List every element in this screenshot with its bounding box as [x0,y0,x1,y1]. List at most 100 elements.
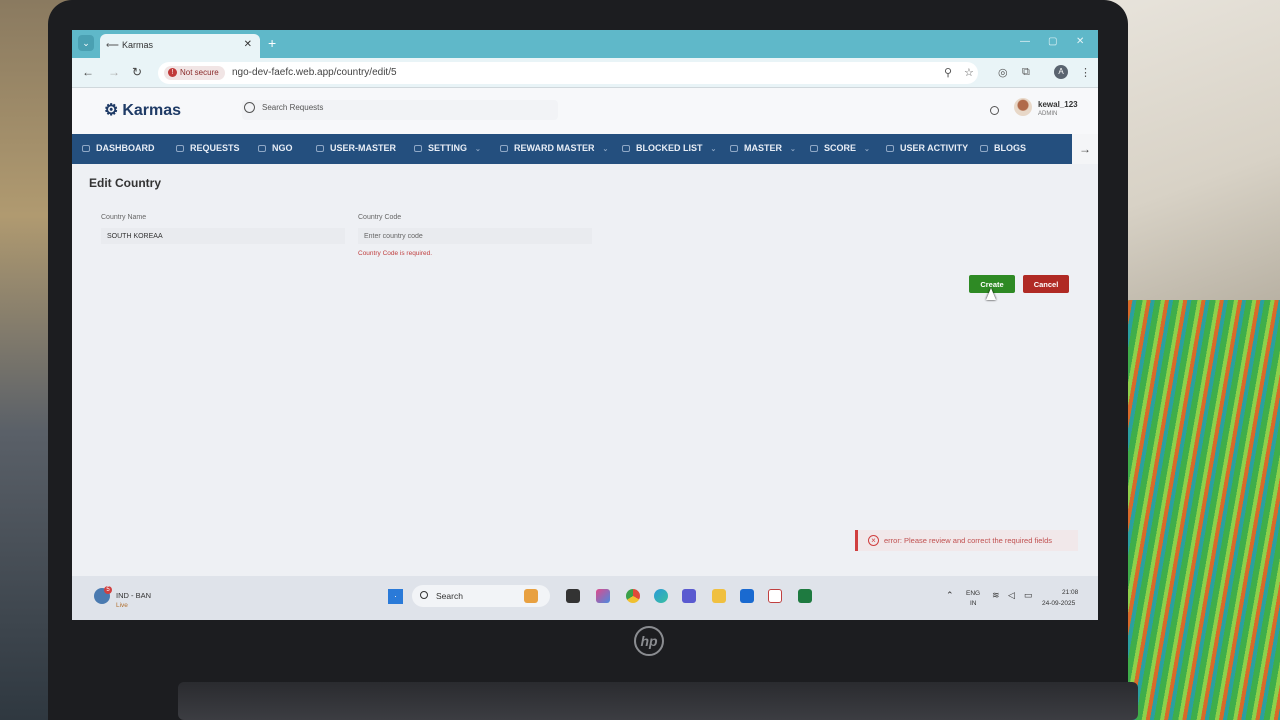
user-role: ADMIN [1038,111,1058,117]
nav-item-reward-master[interactable]: REWARD MASTER ⌄ [500,143,608,153]
file-explorer-icon[interactable] [712,589,726,603]
toast-message: error: Please review and correct the req… [884,536,1052,545]
task-view-icon[interactable] [566,589,580,603]
mouse-cursor [986,288,996,300]
nav-label: REWARD MASTER [514,143,595,153]
activity-icon [886,145,894,152]
chevron-down-icon: ⌄ [602,146,609,153]
close-window-icon[interactable]: ✕ [1076,36,1084,47]
chevron-up-icon[interactable]: ⌃ [946,590,954,601]
windows-taskbar: 5 IND - BAN Live Search ⌃ ENG IN ≋ ◁ ▭ 2… [72,576,1098,620]
chrome-icon[interactable] [626,589,640,603]
more-menu-icon[interactable]: ⋮ [1080,66,1091,79]
battery-icon[interactable]: ▭ [1024,590,1033,601]
new-tab-icon[interactable]: + [268,35,276,51]
tab-favicon-icon: ⟵ [106,40,119,50]
wifi-icon[interactable]: ≋ [992,590,1000,601]
language-bottom[interactable]: IN [970,600,977,607]
nav-scroll-right-icon[interactable]: → [1072,134,1098,164]
gear-logo-icon: ⚙ [104,102,119,119]
nav-label: REQUESTS [190,143,240,153]
excel-icon[interactable] [798,589,812,603]
chevron-down-icon: ⌄ [475,146,481,153]
windows-start-icon[interactable] [388,589,403,604]
extension-icon[interactable]: ◎ [998,66,1008,79]
home-icon [82,145,90,152]
taskbar-search-label: Search [436,591,463,601]
nav-item-master[interactable]: MASTER ⌄ [730,143,796,153]
puzzle-icon[interactable]: ⧉ [1022,66,1030,79]
country-code-input[interactable] [358,228,592,244]
notification-icon[interactable] [990,106,999,115]
widget-title[interactable]: IND - BAN [116,591,151,600]
ngo-icon [258,145,266,152]
search-input[interactable] [262,103,542,112]
browser-tabbar: ⌄ ⟵ Karmas ✕ + — ▢ ✕ [72,30,1098,58]
nav-label: BLOCKED LIST [636,143,703,153]
nav-item-user-master[interactable]: USER-MASTER [316,143,396,153]
country-name-label: Country Name [101,214,147,221]
copilot-icon[interactable] [596,589,610,603]
laptop-hinge [178,682,1138,720]
hp-logo: hp [634,626,664,656]
zoom-icon[interactable]: ⚲ [944,66,952,79]
tab-search-icon[interactable]: ⌄ [78,35,94,51]
main-nav: DASHBOARD REQUESTS NGO USER-MASTER SETTI… [72,134,1098,164]
nav-item-ngo[interactable]: NGO [258,143,293,153]
clock-date[interactable]: 24-09-2025 [1042,600,1075,607]
user-name: kewal_123 [1038,100,1078,109]
error-x-icon[interactable]: × [868,535,879,546]
app-header: ⚙Karmas kewal_123 ADMIN [72,88,1098,134]
nav-label: SCORE [824,143,857,153]
nav-item-blocked-list[interactable]: BLOCKED LIST ⌄ [622,143,716,153]
remote-app-icon[interactable] [768,589,782,603]
widgets-icon[interactable] [524,589,538,603]
search-box [242,100,558,120]
maximize-icon[interactable]: ▢ [1048,36,1057,47]
bookmark-star-icon[interactable]: ☆ [964,66,974,79]
chevron-down-icon: ⌄ [710,146,717,153]
nav-item-requests[interactable]: REQUESTS [176,143,240,153]
nav-label: NGO [272,143,293,153]
not-secure-badge[interactable]: Not secure [164,66,225,80]
browser-tab[interactable]: ⟵ Karmas ✕ [100,34,260,58]
profile-avatar[interactable]: A [1054,65,1068,79]
language-top[interactable]: ENG [966,590,980,597]
brand-logo[interactable]: ⚙ Karmas [104,100,181,120]
edge-icon[interactable] [654,589,668,603]
country-name-input[interactable] [101,228,345,244]
main-content: Edit Country Country Name Country Code C… [72,164,1098,564]
nav-label: USER-MASTER [330,143,397,153]
nav-item-setting[interactable]: SETTING ⌄ [414,143,481,153]
screen: ⌄ ⟵ Karmas ✕ + — ▢ ✕ ← → ↻ Not secure ng… [72,30,1098,620]
nav-item-user-activity[interactable]: USER ACTIVITY [886,143,968,153]
forward-icon[interactable]: → [108,65,120,79]
url-text[interactable]: ngo-dev-faefc.web.app/country/edit/5 [232,67,397,78]
avatar[interactable] [1014,98,1032,116]
reload-icon[interactable]: ↻ [132,65,142,79]
back-icon[interactable]: ← [82,65,94,79]
nav-label: SETTING [428,143,468,153]
tab-close-icon[interactable]: ✕ [244,39,252,50]
nav-item-dashboard[interactable]: DASHBOARD [82,143,155,153]
volume-icon[interactable]: ◁ [1008,590,1015,601]
notification-badge: 5 [104,586,112,594]
teams-icon[interactable] [682,589,696,603]
clock-time[interactable]: 21:08 [1062,589,1078,596]
cancel-button[interactable]: Cancel [1023,275,1069,293]
reward-icon [500,145,508,152]
search-icon [420,591,428,599]
nav-item-score[interactable]: SCORE ⌄ [810,143,870,153]
nav-label: USER ACTIVITY [900,143,969,153]
error-toast: × error: Please review and correct the r… [855,530,1078,551]
nav-label: MASTER [744,143,782,153]
nav-item-blogs[interactable]: BLOGS [980,143,1026,153]
browser-toolbar: ← → ↻ Not secure ngo-dev-faefc.web.app/c… [72,58,1098,88]
address-bar[interactable]: Not secure ngo-dev-faefc.web.app/country… [158,62,978,84]
settings-icon [414,145,422,152]
tab-title: Karmas [122,40,154,50]
minimize-icon[interactable]: — [1020,36,1030,47]
country-code-error: Country Code is required. [358,250,433,257]
outlook-icon[interactable] [740,589,754,603]
widget-subtitle: Live [116,602,128,609]
